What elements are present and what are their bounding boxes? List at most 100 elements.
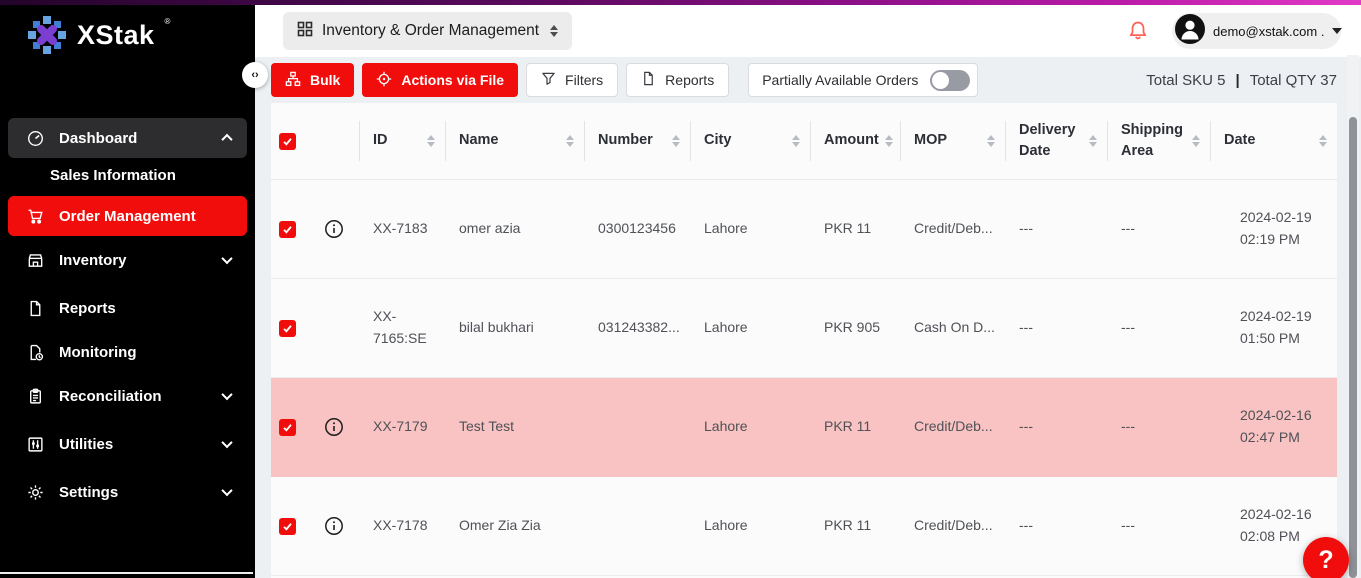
sidebar-item-dashboard[interactable]: Dashboard: [8, 118, 247, 158]
column-label: ID: [373, 130, 388, 151]
row-checkbox[interactable]: [279, 419, 296, 436]
column-label: Date: [1224, 130, 1255, 151]
info-icon[interactable]: [324, 219, 344, 239]
cell-delivery-date: ---: [1005, 477, 1107, 575]
sidebar-item-inventory[interactable]: Inventory: [8, 240, 247, 280]
cell-number: [584, 378, 690, 476]
cell-number: 031243382...: [584, 279, 690, 377]
sidebar-collapse-button[interactable]: ‹›: [242, 62, 268, 88]
table-row[interactable]: XX-7165:SE bilal bukhari 031243382... La…: [271, 279, 1337, 378]
monitor-icon: [26, 343, 44, 361]
bulk-button[interactable]: Bulk: [271, 63, 354, 97]
cell-date: 2024-02-19 01:50 PM: [1210, 279, 1337, 377]
chevron-down-icon: [221, 253, 232, 264]
sidebar-item-monitoring[interactable]: Monitoring: [8, 332, 247, 372]
row-checkbox[interactable]: [279, 221, 296, 238]
account-menu[interactable]: demo@xstak.com .: [1172, 13, 1341, 49]
column-header-city[interactable]: City: [690, 103, 810, 179]
column-header-date[interactable]: Date: [1210, 103, 1337, 179]
sidebar-item-settings[interactable]: Settings: [8, 472, 247, 512]
cell-shipping-area: ---: [1107, 378, 1210, 476]
help-button[interactable]: ?: [1303, 537, 1349, 578]
cell-name: Test Test: [445, 378, 584, 476]
cell-date: 2024-02-19 02:19 PM: [1210, 180, 1337, 278]
row-checkbox[interactable]: [279, 518, 296, 535]
sidebar-item-sales-information[interactable]: Sales Information: [50, 163, 176, 187]
cell-shipping-area: ---: [1107, 180, 1210, 278]
actions-via-file-button[interactable]: Actions via File: [362, 63, 518, 97]
cell-shipping-area: ---: [1107, 279, 1210, 377]
xstak-star-icon: [27, 15, 67, 60]
totals-divider: |: [1236, 72, 1240, 89]
table-row[interactable]: XX-7178 Omer Zia Zia Lahore PKR 11 Credi…: [271, 477, 1337, 576]
column-header-shipping-area[interactable]: Shipping Area: [1107, 103, 1210, 179]
top-header: Inventory & Order Management demo@xstak.…: [255, 5, 1361, 57]
filters-button[interactable]: Filters: [526, 63, 618, 97]
cell-id: XX-7183: [359, 180, 445, 278]
cell-amount: PKR 11: [810, 378, 900, 476]
cell-date: 2024-02-16 02:47 PM: [1210, 378, 1337, 476]
sidebar-item-label: Order Management: [59, 208, 231, 225]
partially-available-orders-toggle[interactable]: [930, 70, 970, 91]
sort-icon[interactable]: [566, 135, 574, 147]
sort-icon[interactable]: [1089, 135, 1097, 147]
row-checkbox-cell: [271, 378, 312, 476]
sort-icon[interactable]: [1192, 135, 1200, 147]
vertical-scrollbar[interactable]: [1347, 55, 1359, 578]
trademark-symbol: ®: [165, 15, 171, 29]
bulk-button-label: Bulk: [310, 72, 340, 88]
sidebar-item-utilities[interactable]: Utilities: [8, 424, 247, 464]
column-label: Amount: [824, 130, 879, 151]
column-label: Number: [598, 130, 653, 151]
sort-icon[interactable]: [672, 135, 680, 147]
row-checkbox[interactable]: [279, 320, 296, 337]
cell-id: XX-7165:SE: [359, 279, 445, 377]
sort-icon[interactable]: [885, 135, 893, 147]
column-header-delivery-date[interactable]: Delivery Date: [1005, 103, 1107, 179]
table-row[interactable]: XX-7179 Test Test Lahore PKR 11 Credit/D…: [271, 378, 1337, 477]
column-header-number[interactable]: Number: [584, 103, 690, 179]
brand-logo[interactable]: XStak ®: [27, 15, 170, 60]
header-info-cell: [312, 103, 359, 179]
info-icon[interactable]: [324, 516, 344, 536]
column-header-name[interactable]: Name: [445, 103, 584, 179]
cell-city: Lahore: [690, 378, 810, 476]
table-toolbar: Bulk Actions via File Filters: [255, 57, 1361, 103]
sort-icon[interactable]: [1319, 135, 1327, 147]
sidebar-item-reconciliation[interactable]: Reconciliation: [8, 376, 247, 416]
row-checkbox-cell: [271, 279, 312, 377]
cell-id: XX-7179: [359, 378, 445, 476]
column-header-amount[interactable]: Amount: [810, 103, 900, 179]
column-label: Name: [459, 130, 499, 151]
scrollbar-thumb[interactable]: [1349, 117, 1357, 578]
sidebar-item-reports[interactable]: Reports: [8, 288, 247, 328]
funnel-icon: [541, 71, 556, 89]
select-all-checkbox[interactable]: [279, 133, 296, 150]
table-body: XX-7183 omer azia 0300123456 Lahore PKR …: [271, 180, 1337, 576]
column-header-mop[interactable]: MOP: [900, 103, 1005, 179]
cell-city: Lahore: [690, 477, 810, 575]
sort-icon[interactable]: [427, 135, 435, 147]
sidebar-item-order-management[interactable]: Order Management: [8, 196, 247, 236]
dropdown-caret-icon: [1332, 28, 1342, 34]
chevron-down-icon: [221, 437, 232, 448]
reports-button-label: Reports: [665, 72, 714, 88]
total-qty-label: Total QTY 37: [1250, 72, 1337, 89]
column-header-id[interactable]: ID: [359, 103, 445, 179]
document-icon: [641, 71, 656, 89]
reports-button[interactable]: Reports: [626, 63, 729, 97]
info-icon[interactable]: [324, 417, 344, 437]
toggle-knob: [932, 72, 949, 89]
row-info-cell: [312, 279, 359, 377]
sidebar: XStak ® Dashboard Sales Information Orde…: [0, 5, 255, 578]
cell-name: Omer Zia Zia: [445, 477, 584, 575]
header-checkbox-cell: [271, 103, 312, 179]
sort-icon[interactable]: [792, 135, 800, 147]
notification-bell-icon[interactable]: [1127, 19, 1149, 43]
sidebar-scrollbar[interactable]: [0, 572, 253, 574]
cell-number: 0300123456: [584, 180, 690, 278]
sort-icon[interactable]: [987, 135, 995, 147]
app-switcher-dropdown[interactable]: Inventory & Order Management: [283, 12, 572, 50]
table-row[interactable]: XX-7183 omer azia 0300123456 Lahore PKR …: [271, 180, 1337, 279]
sidebar-item-label: Monitoring: [59, 344, 231, 361]
